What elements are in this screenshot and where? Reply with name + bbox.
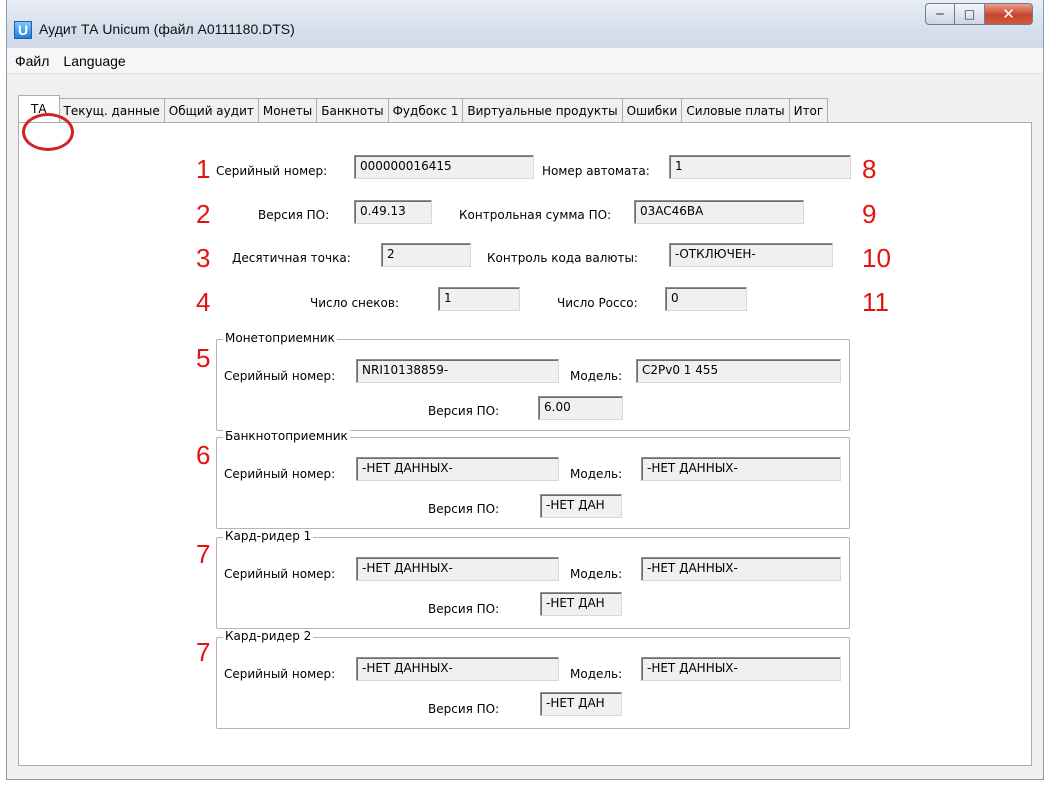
firmware-field[interactable]: 0.49.13 <box>354 200 432 224</box>
group-title: Кард-ридер 1 <box>223 529 314 543</box>
tab-total[interactable]: Итог <box>788 98 829 122</box>
group-bill-acceptor: Банкнотоприемник <box>216 429 850 529</box>
bill-fw-field[interactable]: -НЕТ ДАН <box>540 494 622 518</box>
firmware-label: Версия ПО: <box>258 208 330 222</box>
card1-serial-field[interactable]: -НЕТ ДАННЫХ- <box>356 557 559 581</box>
card2-model-label: Модель: <box>570 667 623 681</box>
decimal-point-field[interactable]: 2 <box>381 243 471 267</box>
card2-model-field[interactable]: -НЕТ ДАННЫХ- <box>641 657 841 681</box>
tab-power-boards[interactable]: Силовые платы <box>681 98 790 122</box>
group-card-reader-2: Кард-ридер 2 <box>216 629 850 729</box>
rocco-label: Число Рocco: <box>557 296 638 310</box>
tab-general-audit[interactable]: Общий аудит <box>163 98 259 122</box>
coin-model-label: Модель: <box>570 369 623 383</box>
rocco-field[interactable]: 0 <box>665 287 747 311</box>
annotation-number: 7 <box>196 637 211 667</box>
annotation-number: 11 <box>862 287 889 317</box>
title-bar[interactable]: U Аудит ТА Unicum (файл A0111180.DTS) ─ … <box>7 0 1043 48</box>
close-button[interactable]: ✕ <box>985 3 1033 25</box>
coin-fw-field[interactable]: 6.00 <box>538 396 623 420</box>
card2-serial-field[interactable]: -НЕТ ДАННЫХ- <box>356 657 559 681</box>
annotation-number: 8 <box>862 154 877 184</box>
menu-file[interactable]: Файл <box>15 53 49 69</box>
checksum-label: Контрольная сумма ПО: <box>459 208 612 222</box>
app-logo-icon: U <box>14 21 32 39</box>
annotation-circle <box>22 113 74 151</box>
card1-model-label: Модель: <box>570 567 623 581</box>
minimize-button[interactable]: ─ <box>925 3 955 25</box>
group-title: Банкнотоприемник <box>223 429 350 443</box>
annotation-number: 5 <box>196 343 211 373</box>
tab-virtual-products[interactable]: Виртуальные продукты <box>462 98 623 122</box>
coin-serial-field[interactable]: NRI10138859- <box>356 359 559 383</box>
group-title: Монетоприемник <box>223 331 337 345</box>
tab-foodbox-1[interactable]: Фудбокс 1 <box>387 98 464 122</box>
group-title: Кард-ридер 2 <box>223 629 314 643</box>
tab-banknotes[interactable]: Банкноты <box>316 98 389 122</box>
decimal-point-label: Десятичная точка: <box>232 251 351 265</box>
annotation-number: 4 <box>196 287 211 317</box>
card1-fw-label: Версия ПО: <box>428 602 500 616</box>
card2-serial-label: Серийный номер: <box>224 667 336 681</box>
tab-coins[interactable]: Монеты <box>257 98 318 122</box>
maximize-icon: □ <box>963 7 976 21</box>
coin-serial-label: Серийный номер: <box>224 369 336 383</box>
machine-number-label: Номер автомата: <box>542 164 650 178</box>
machine-number-field[interactable]: 1 <box>669 155 851 179</box>
annotation-number: 9 <box>862 199 877 229</box>
tab-strip: ТА Текущ. данные Общий аудит Монеты Банк… <box>18 95 829 122</box>
maximize-button[interactable]: □ <box>955 3 985 25</box>
card1-model-field[interactable]: -НЕТ ДАННЫХ- <box>641 557 841 581</box>
bill-serial-field[interactable]: -НЕТ ДАННЫХ- <box>356 457 559 481</box>
card2-fw-label: Версия ПО: <box>428 702 500 716</box>
tab-errors[interactable]: Ошибки <box>621 98 683 122</box>
window-title: Аудит ТА Unicum (файл A0111180.DTS) <box>39 21 295 37</box>
group-coin-acceptor: Монетоприемник <box>216 331 850 431</box>
coin-fw-label: Версия ПО: <box>428 404 500 418</box>
card1-fw-field[interactable]: -НЕТ ДАН <box>540 592 622 616</box>
coin-model-field[interactable]: C2Pv0 1 455 <box>636 359 841 383</box>
close-icon: ✕ <box>1002 5 1015 23</box>
group-card-reader-1: Кард-ридер 1 <box>216 529 850 629</box>
annotation-number: 7 <box>196 539 211 569</box>
minimize-icon: ─ <box>936 7 944 21</box>
card2-fw-field[interactable]: -НЕТ ДАН <box>540 692 622 716</box>
tab-current-data[interactable]: Текущ. данные <box>58 98 165 122</box>
annotation-number: 6 <box>196 440 211 470</box>
serial-label: Серийный номер: <box>216 164 328 178</box>
annotation-number: 1 <box>196 154 211 184</box>
bill-fw-label: Версия ПО: <box>428 502 500 516</box>
bill-model-field[interactable]: -НЕТ ДАННЫХ- <box>641 457 841 481</box>
snacks-field[interactable]: 1 <box>438 287 520 311</box>
annotation-number: 2 <box>196 199 211 229</box>
window-controls: ─ □ ✕ <box>925 3 1033 27</box>
bill-serial-label: Серийный номер: <box>224 467 336 481</box>
bill-model-label: Модель: <box>570 467 623 481</box>
card1-serial-label: Серийный номер: <box>224 567 336 581</box>
checksum-field[interactable]: 03AC46BA <box>634 200 804 224</box>
snacks-label: Число снеков: <box>310 296 399 310</box>
currency-check-field[interactable]: -ОТКЛЮЧЕН- <box>669 243 833 267</box>
currency-check-label: Контроль кода валюты: <box>487 251 638 265</box>
menu-language[interactable]: Language <box>63 53 125 69</box>
serial-field[interactable]: 000000016415 <box>354 155 534 179</box>
annotation-number: 3 <box>196 243 211 273</box>
annotation-number: 10 <box>862 243 891 273</box>
menu-bar: Файл Language <box>7 48 1043 74</box>
